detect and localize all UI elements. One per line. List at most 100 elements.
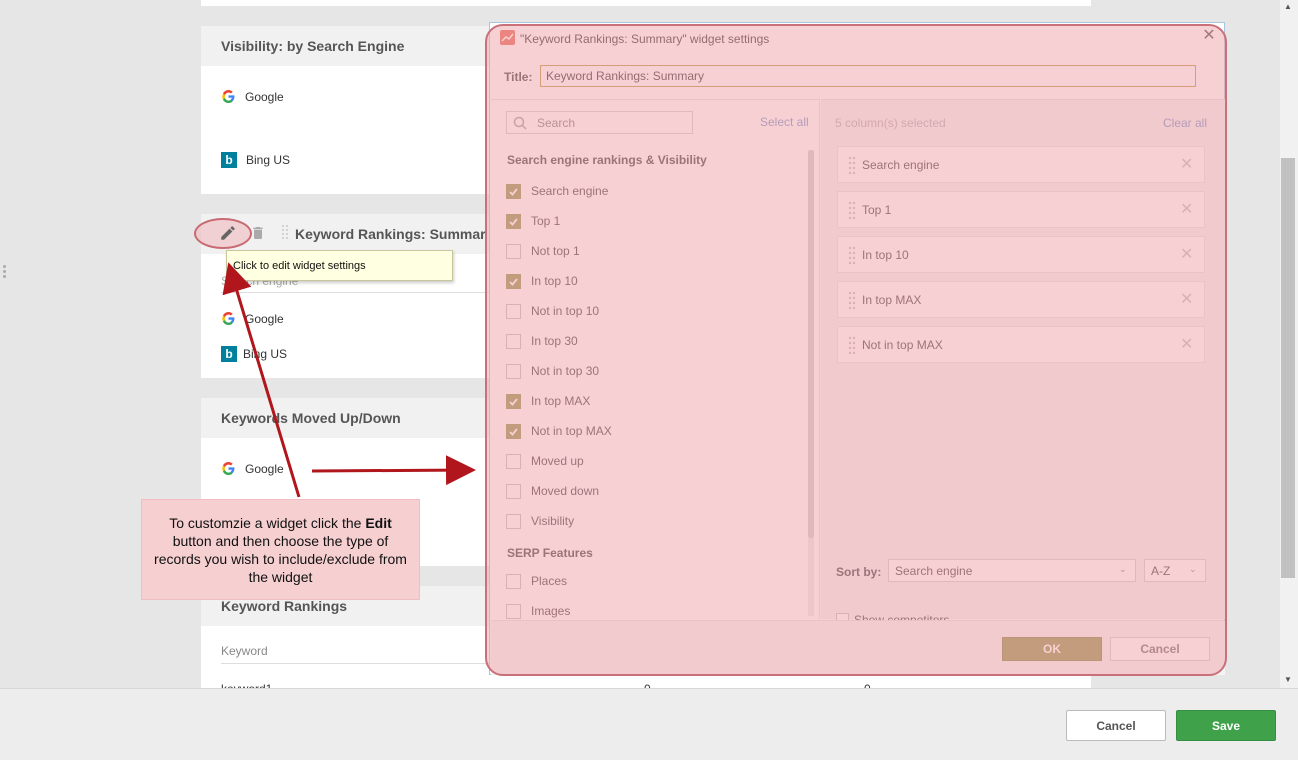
option-visibility[interactable]: Visibility (506, 513, 574, 529)
remove-icon[interactable]: ✕ (1180, 291, 1193, 307)
option-label: Places (531, 574, 568, 588)
option-label: Images (531, 604, 571, 618)
option-label: Not in top 30 (531, 364, 600, 378)
column-header-keyword: Keyword (221, 644, 268, 658)
save-button[interactable]: Save (1176, 710, 1276, 741)
option-not-top-1[interactable]: Not top 1 (506, 243, 580, 259)
section-heading: SERP Features (507, 546, 593, 560)
checkbox[interactable] (506, 333, 521, 349)
google-icon (221, 89, 236, 104)
search-icon (513, 116, 527, 130)
scroll-down-icon[interactable]: ▼ (1283, 675, 1293, 685)
selected-column-label: Top 1 (862, 202, 892, 217)
checkbox[interactable] (506, 603, 521, 619)
selected-column-label: Search engine (862, 157, 940, 172)
drag-handle-icon[interactable] (848, 335, 856, 355)
scroll-up-icon[interactable]: ▲ (1283, 2, 1293, 12)
option-label: In top 10 (531, 274, 578, 288)
option-label: Moved down (531, 484, 600, 498)
checkbox-checked[interactable] (506, 393, 521, 409)
sort-by-select[interactable]: Search engine ⌄ (888, 559, 1136, 582)
selected-column-item[interactable]: Top 1 ✕ (837, 191, 1205, 228)
drag-handle-icon[interactable] (848, 200, 856, 220)
drag-handle-icon[interactable] (281, 224, 291, 242)
page-scroll-thumb[interactable] (1281, 158, 1295, 578)
sort-direction-select[interactable]: A-Z ⌄ (1144, 559, 1206, 582)
search-box[interactable] (506, 111, 693, 134)
checkbox-checked[interactable] (506, 273, 521, 289)
pencil-icon[interactable] (219, 224, 237, 242)
list-scroll-thumb[interactable] (808, 150, 814, 538)
title-field-label: Title: (504, 70, 533, 84)
checkbox[interactable] (506, 513, 521, 529)
selected-column-label: In top 10 (862, 247, 909, 262)
annotation-text-before: To customzie a widget click the (169, 515, 366, 531)
checkbox[interactable] (506, 303, 521, 319)
option-not-in-top-10[interactable]: Not in top 10 (506, 303, 599, 319)
annotation-bold: Edit (365, 515, 392, 531)
option-top-1[interactable]: Top 1 (506, 213, 560, 229)
option-not-in-top-max[interactable]: Not in top MAX (506, 423, 612, 439)
option-search-engine[interactable]: Search engine (506, 183, 608, 199)
engine-label: Bing US (246, 153, 291, 167)
checkbox[interactable] (506, 363, 521, 379)
option-moved-down[interactable]: Moved down (506, 483, 599, 499)
engine-label: Google (245, 89, 284, 104)
remove-icon[interactable]: ✕ (1180, 246, 1193, 262)
checkbox-checked[interactable] (506, 423, 521, 439)
option-not-in-top-30[interactable]: Not in top 30 (506, 363, 599, 379)
side-drag-icon[interactable] (3, 265, 7, 281)
drag-handle-icon[interactable] (848, 290, 856, 310)
selected-count: 5 column(s) selected (835, 116, 946, 130)
remove-icon[interactable]: ✕ (1180, 336, 1193, 352)
selected-column-item[interactable]: In top 10 ✕ (837, 236, 1205, 273)
title-field[interactable] (540, 65, 1196, 87)
search-input[interactable] (537, 115, 687, 131)
available-columns-pane: Select all Search engine rankings & Visi… (491, 99, 820, 619)
clear-all-link[interactable]: Clear all (1163, 116, 1207, 130)
remove-icon[interactable]: ✕ (1180, 156, 1193, 172)
checkbox[interactable] (506, 483, 521, 499)
dialog-title: "Keyword Rankings: Summary" widget setti… (520, 32, 770, 46)
option-places[interactable]: Places (506, 573, 567, 589)
checkbox-checked[interactable] (506, 213, 521, 229)
cancel-button[interactable]: Cancel (1066, 710, 1166, 741)
ok-button[interactable]: OK (1002, 637, 1102, 661)
engine-row-bing: b Bing US (221, 152, 290, 168)
option-label: In top 30 (531, 334, 578, 348)
bing-icon: b (221, 152, 237, 168)
drag-handle-icon[interactable] (848, 245, 856, 265)
page-footer: Cancel Save (0, 688, 1298, 760)
chart-icon (500, 30, 515, 45)
selected-column-item[interactable]: Search engine ✕ (837, 146, 1205, 183)
selected-column-item[interactable]: In top MAX ✕ (837, 281, 1205, 318)
drag-handle-icon[interactable] (848, 155, 856, 175)
widget-settings-dialog: "Keyword Rankings: Summary" widget setti… (489, 22, 1225, 675)
option-label: Not in top MAX (531, 424, 612, 438)
checkbox[interactable] (506, 453, 521, 469)
remove-icon[interactable]: ✕ (1180, 201, 1193, 217)
trash-icon[interactable] (250, 224, 266, 242)
option-in-top-max[interactable]: In top MAX (506, 393, 590, 409)
option-images[interactable]: Images (506, 603, 570, 619)
selected-column-item[interactable]: Not in top MAX ✕ (837, 326, 1205, 363)
option-in-top-30[interactable]: In top 30 (506, 333, 578, 349)
checkbox-checked[interactable] (506, 183, 521, 199)
option-moved-up[interactable]: Moved up (506, 453, 584, 469)
option-in-top-10[interactable]: In top 10 (506, 273, 578, 289)
selected-column-label: Not in top MAX (862, 337, 943, 352)
option-label: Search engine (531, 184, 609, 198)
sort-by-value: Search engine (895, 564, 973, 578)
engine-row-google: Google (221, 89, 284, 104)
close-icon[interactable]: ✕ (1202, 28, 1216, 44)
google-icon (221, 461, 236, 476)
option-label: Moved up (531, 454, 584, 468)
checkbox[interactable] (506, 243, 521, 259)
engine-label: Google (245, 311, 284, 326)
section-heading: Search engine rankings & Visibility (507, 153, 707, 167)
select-all-link[interactable]: Select all (760, 115, 809, 129)
sort-by-label: Sort by: (836, 565, 882, 579)
checkbox[interactable] (506, 573, 521, 589)
dialog-cancel-button[interactable]: Cancel (1110, 637, 1210, 661)
annotation-note: To customzie a widget click the Edit but… (141, 499, 420, 600)
